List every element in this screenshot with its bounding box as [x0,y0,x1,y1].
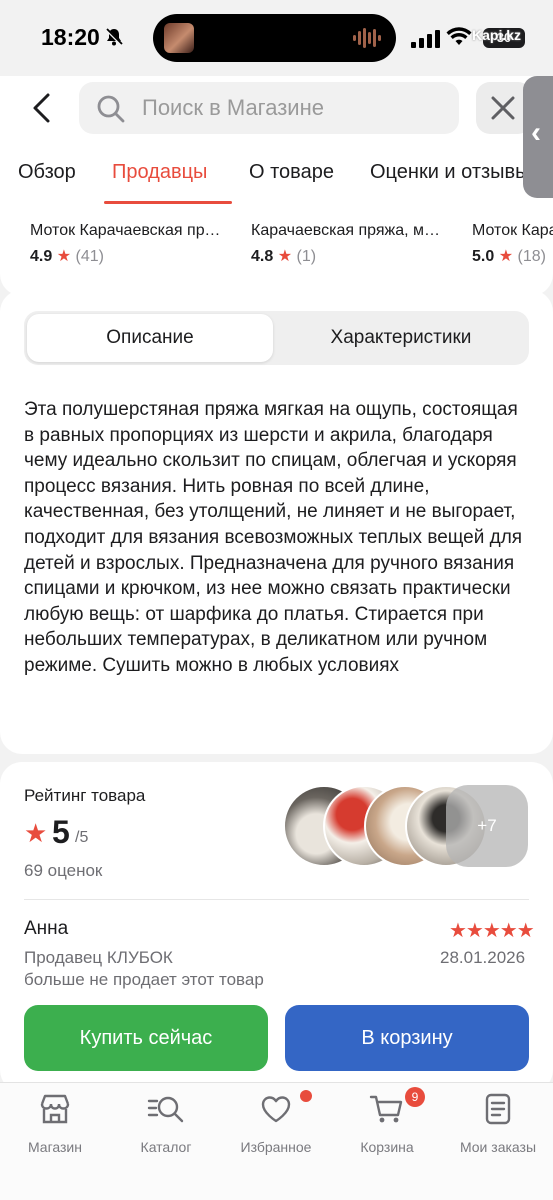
rating-title: Рейтинг товара [24,786,146,805]
status-time: 18:20 [41,24,100,50]
island-avatar [164,23,194,53]
seller-price-cut: ▔ ▔▔▔ ▔ [472,212,553,218]
nav-item-cart[interactable]: Корзина [332,1092,442,1155]
divider [24,899,529,900]
wifi-icon [446,27,472,52]
cart-count-badge: 9 [405,1087,425,1107]
seller-rating: 5.0 ★ (18) [472,248,546,265]
nav-item-store[interactable]: Магазин [0,1092,110,1155]
rating-count: 69 оценок [24,861,103,880]
nav-item-catalog[interactable]: Каталог [111,1092,221,1155]
nav-label: Избранное [240,1139,312,1155]
star-icon: ★ [24,818,48,848]
search-icon [96,94,126,129]
star-icon: ★ [56,248,72,265]
seller-name: Карачаевская пряжа, моток [251,222,443,239]
tab-sellers[interactable]: Продавцы [112,161,207,184]
catalog-search-icon [111,1092,221,1131]
watermark: Kapi.kz [472,27,522,43]
segment-characteristics[interactable]: Характеристики [276,327,526,349]
nav-label: Корзина [360,1139,414,1155]
audio-wave-icon [352,27,382,54]
buy-now-button[interactable]: Купить сейчас [24,1005,268,1071]
tab-reviews[interactable]: Оценки и отзывы [370,161,523,184]
nav-item-favorites[interactable]: Избранное [221,1092,331,1155]
dynamic-island [153,14,396,62]
seller-rating: 4.8 ★ (1) [251,248,317,265]
search-placeholder: Поиск в Магазине [142,95,324,120]
active-tab-underline [104,201,232,204]
review-seller: Продавец КЛУБОК [24,948,173,967]
seller-name: Моток Карачаевская [472,222,553,239]
review-author: Анна [24,918,69,939]
nav-label: Каталог [140,1139,192,1155]
review-date: 28.01.2026 [440,948,526,967]
seller-price-cut: ▔ ▔▔▔ ▔ [30,212,222,218]
side-panel-handle[interactable]: ‹ [523,76,553,198]
bell-muted-icon [104,27,124,52]
star-icon: ★ [277,248,293,265]
seller-price-cut: ▔ ▔▔▔ ▔ [251,212,443,218]
chevron-left-icon: ‹ [531,116,541,149]
nav-item-orders[interactable]: Мои заказы [443,1092,553,1155]
tab-about-product[interactable]: О товаре [249,161,334,184]
add-to-cart-button[interactable]: В корзину [285,1005,529,1071]
favorites-notification-dot [300,1090,312,1102]
close-icon [490,95,516,126]
description-text: Эта полушерстяная пряжа мягкая на ощупь,… [24,399,523,676]
signal-icon [411,30,441,53]
seller-card[interactable]: ▔ ▔▔▔ ▔ Карачаевская пряжа, моток 4.8 ★ … [251,212,443,266]
seller-rating: 4.9 ★ (41) [30,248,104,265]
nav-label: Мои заказы [459,1139,537,1155]
star-icon: ★ [498,248,514,265]
tab-overview[interactable]: Обзор [18,161,76,184]
rating-value: 5 [52,814,70,850]
orders-icon [443,1092,553,1131]
segment-description[interactable]: Описание [27,327,273,349]
seller-name: Моток Карачаевская пряжа [30,222,222,239]
review-seller-note: больше не продает этот товар [24,970,264,989]
back-button[interactable] [30,92,54,124]
more-photos-button[interactable]: +7 [446,785,528,867]
seller-card[interactable]: ▔ ▔▔▔ ▔ Моток Карачаевская пряжа 4.9 ★ (… [30,212,222,266]
review-stars: ★★★★★ [449,920,535,942]
cart-icon [332,1092,442,1131]
nav-label: Магазин [27,1139,82,1155]
store-icon [0,1092,110,1131]
rating-max: /5 [75,829,89,846]
seller-card[interactable]: ▔ ▔▔▔ ▔ Моток Карачаевская 5.0 ★ (18) [472,212,553,266]
heart-icon [221,1092,331,1131]
